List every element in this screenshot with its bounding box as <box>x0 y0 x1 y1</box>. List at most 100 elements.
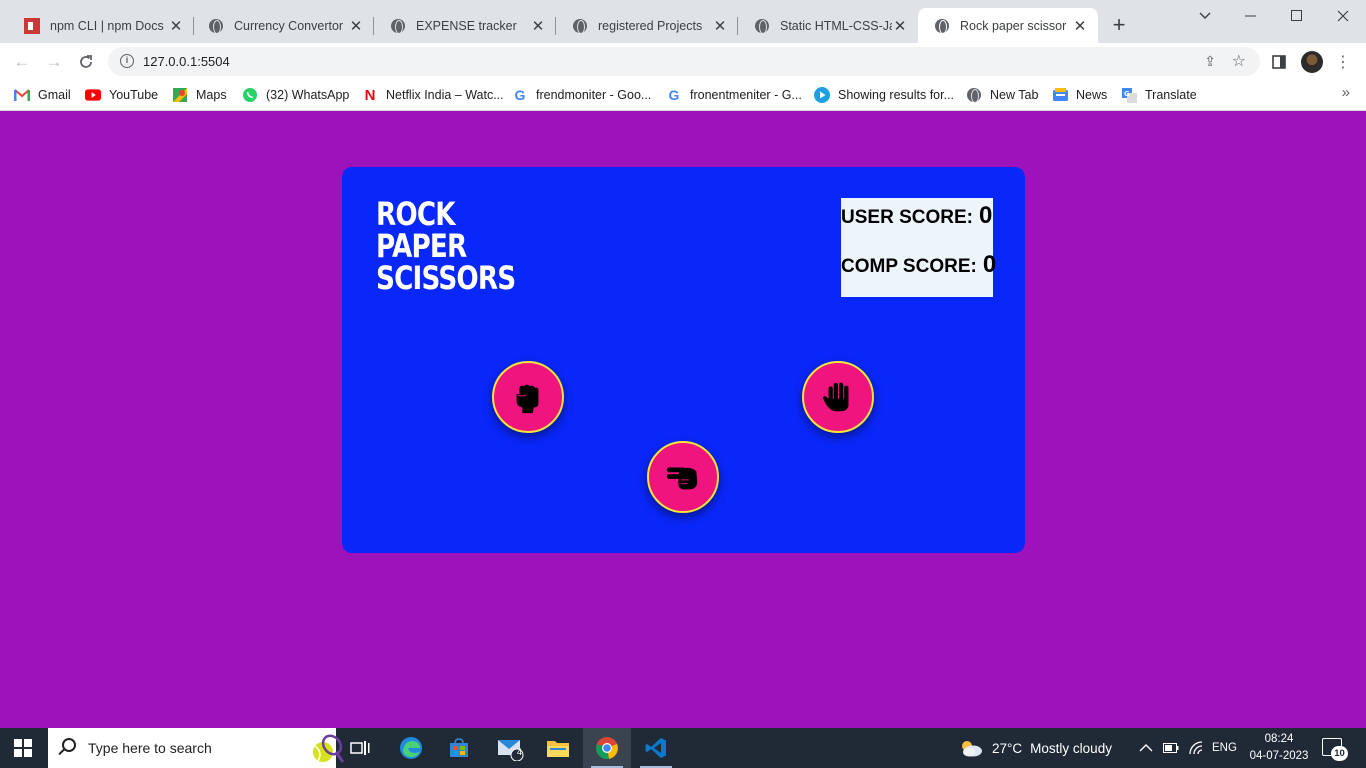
bookmark-frendmoniter[interactable]: G frendmoniter - Goo... <box>512 84 652 106</box>
wifi-icon[interactable] <box>1188 728 1204 768</box>
globe-icon <box>754 18 770 34</box>
bookmark-netflix[interactable]: N Netflix India – Watc... <box>362 84 504 106</box>
comp-score-label: COMP SCORE: <box>841 256 977 277</box>
close-icon[interactable]: ✕ <box>348 18 364 35</box>
address-bar-url[interactable]: 127.0.0.1:5504 <box>143 54 230 69</box>
globe-icon <box>208 18 224 34</box>
side-panel-icon[interactable] <box>1269 52 1289 72</box>
bookmarks-overflow-icon[interactable]: » <box>1342 84 1350 101</box>
fist-icon <box>516 384 539 414</box>
tab-rock-paper-scissor[interactable]: Rock paper scissor ✕ <box>918 8 1098 43</box>
tab-currency-convertor[interactable]: Currency Convertor ✕ <box>192 8 374 43</box>
open-hand-icon <box>822 382 849 412</box>
reload-button[interactable] <box>74 50 98 74</box>
windows-start-button[interactable] <box>14 739 32 757</box>
taskbar-search-box[interactable]: Type here to search <box>48 728 344 768</box>
scissors-button[interactable] <box>647 441 719 513</box>
close-icon[interactable]: ✕ <box>1072 18 1088 35</box>
bookmark-label: frendmoniter - Goo... <box>536 88 652 102</box>
tab-search-chevron-icon[interactable] <box>1182 0 1228 32</box>
tab-npm-docs[interactable]: npm CLI | npm Docs ✕ <box>8 8 194 43</box>
news-icon <box>1052 87 1068 103</box>
user-score-label: USER SCORE: <box>841 207 973 228</box>
bookmark-whatsapp[interactable]: (32) WhatsApp <box>242 84 349 106</box>
back-button[interactable]: ← <box>10 50 34 74</box>
bookmark-label: Showing results for... <box>838 88 955 102</box>
clock-date: 04-07-2023 <box>1249 750 1309 762</box>
close-icon[interactable]: ✕ <box>168 18 184 35</box>
title-line-rock: ROCK <box>376 195 456 233</box>
translate-icon: G <box>1121 87 1137 103</box>
show-hidden-icons-button[interactable] <box>1139 728 1153 768</box>
weather-widget[interactable]: 27°C Mostly cloudy <box>958 728 1112 768</box>
bookmark-maps[interactable]: Maps <box>172 84 227 106</box>
profile-avatar[interactable] <box>1301 51 1323 73</box>
bookmark-new-tab[interactable]: New Tab <box>966 84 1038 106</box>
tab-title: Static HTML-CSS-Java <box>780 18 892 33</box>
bookmark-fronentmeniter[interactable]: G fronentmeniter - G... <box>666 84 802 106</box>
bookmark-youtube[interactable]: YouTube <box>85 84 158 106</box>
site-info-icon[interactable]: i <box>120 54 134 68</box>
user-score-row: USER SCORE: 0 <box>841 202 992 230</box>
tab-expense-tracker[interactable]: EXPENSE tracker ✕ <box>374 8 556 43</box>
title-line-paper: PAPER <box>376 227 467 265</box>
store-icon <box>450 738 468 757</box>
bookmark-label: Gmail <box>38 88 71 102</box>
bookmark-gmail[interactable]: Gmail <box>14 84 71 106</box>
language-indicator[interactable]: ENG <box>1212 728 1237 768</box>
reload-icon <box>80 55 92 68</box>
taskbar-file-explorer[interactable] <box>534 728 582 768</box>
address-bar[interactable]: i 127.0.0.1:5504 ⇪ ☆ <box>108 47 1260 76</box>
task-view-icon <box>350 741 370 755</box>
vscode-icon <box>645 738 666 758</box>
bookmark-label: fronentmeniter - G... <box>690 88 802 102</box>
weather-temperature: 27°C <box>992 740 1023 756</box>
tab-registered-projects[interactable]: registered Projects ✕ <box>556 8 738 43</box>
share-icon[interactable]: ⇪ <box>1204 53 1216 70</box>
mail-badge: 4 <box>517 747 523 757</box>
menu-kebab-icon[interactable]: ⋮ <box>1333 52 1353 72</box>
taskbar-edge[interactable] <box>387 728 435 768</box>
svg-text:G: G <box>1124 90 1130 98</box>
taskbar-mail[interactable]: 4 <box>486 728 534 768</box>
google-icon: G <box>668 87 680 103</box>
rock-button[interactable] <box>492 361 564 433</box>
taskbar-search-placeholder: Type here to search <box>88 740 212 756</box>
forward-button[interactable]: → <box>42 50 66 74</box>
search-icon <box>62 738 76 752</box>
bookmark-label: Netflix India – Watc... <box>386 88 504 102</box>
taskbar-chrome[interactable] <box>583 728 631 768</box>
comp-score-row: COMP SCORE: 0 <box>841 251 996 279</box>
minimize-button[interactable] <box>1228 0 1274 32</box>
paper-button[interactable] <box>802 361 874 433</box>
task-view-button[interactable] <box>336 728 384 768</box>
bookmark-label: (32) WhatsApp <box>266 88 350 102</box>
maximize-button[interactable] <box>1274 0 1320 32</box>
close-icon[interactable]: ✕ <box>530 18 546 35</box>
taskbar-clock[interactable]: 08:24 04-07-2023 <box>1244 731 1314 765</box>
bookmark-star-icon[interactable]: ☆ <box>1232 51 1246 71</box>
close-window-button[interactable] <box>1320 0 1366 32</box>
new-tab-button[interactable]: + <box>1108 14 1130 36</box>
bookmark-label: New Tab <box>990 88 1039 102</box>
taskbar-vscode[interactable] <box>632 728 680 768</box>
scissors-hand-icon <box>666 467 698 490</box>
taskbar-store[interactable] <box>435 728 483 768</box>
bookmark-news[interactable]: News <box>1052 84 1107 106</box>
bookmark-showing-results[interactable]: Showing results for... <box>814 84 954 106</box>
bookmark-translate[interactable]: G Translate <box>1121 84 1197 106</box>
close-icon[interactable]: ✕ <box>712 18 728 35</box>
globe-icon <box>966 87 982 103</box>
youtube-icon <box>85 87 101 103</box>
tab-static-html[interactable]: Static HTML-CSS-Java ✕ <box>738 8 918 43</box>
globe-icon <box>390 18 406 34</box>
tab-title: Currency Convertor <box>234 18 344 33</box>
battery-icon[interactable] <box>1163 728 1179 768</box>
folder-icon <box>547 741 569 757</box>
close-icon[interactable]: ✕ <box>892 18 908 35</box>
game-title: ROCK PAPER SCISSORS <box>376 198 540 294</box>
tab-title: registered Projects <box>598 18 703 33</box>
bookmark-label: Maps <box>196 88 227 102</box>
bookmark-label: Translate <box>1145 88 1197 102</box>
tab-title: Rock paper scissor <box>960 18 1067 33</box>
